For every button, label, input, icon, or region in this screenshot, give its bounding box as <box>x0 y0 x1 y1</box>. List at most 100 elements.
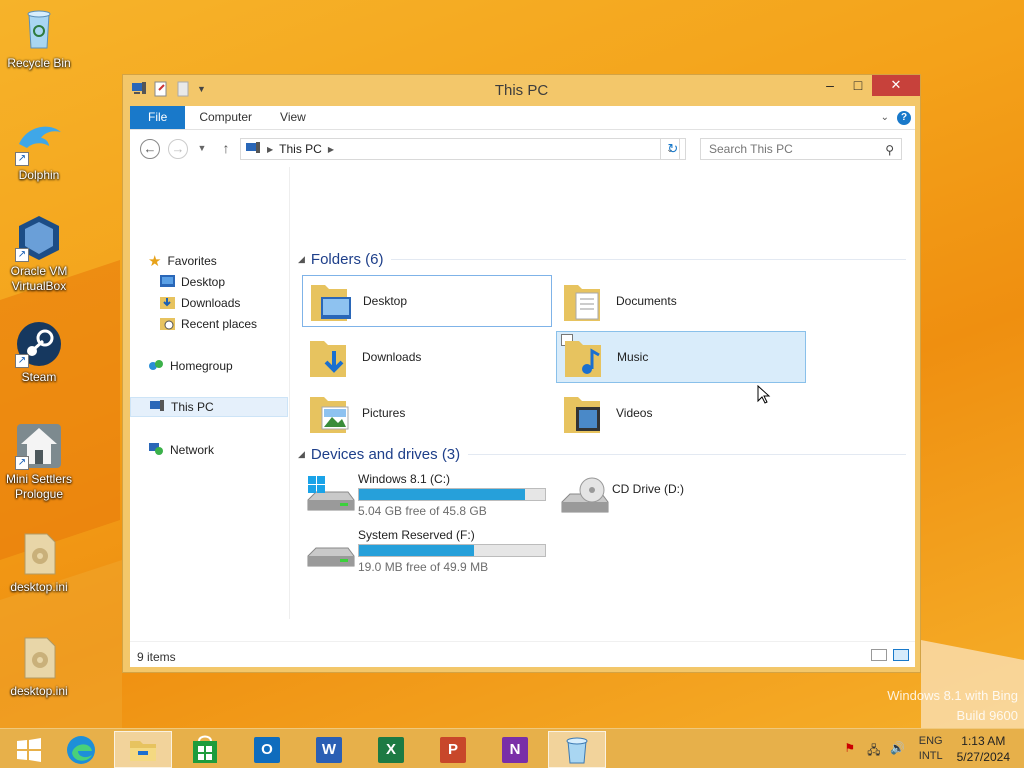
desktop-folder-icon <box>307 277 359 325</box>
search-placeholder: Search This PC <box>709 142 793 156</box>
recycle-bin-icon <box>15 6 63 54</box>
minimize-button[interactable]: – <box>816 75 844 96</box>
taskbar-outlook[interactable]: O <box>238 731 296 768</box>
desktop-icon-label: desktop.ini <box>10 684 68 698</box>
volume-icon[interactable]: 🔊 <box>889 741 907 757</box>
dolphin-icon: ↗ <box>15 118 63 166</box>
drive-d[interactable]: CD Drive (D:) <box>556 472 806 522</box>
nav-this-pc[interactable]: This PC <box>130 397 288 417</box>
excel-icon: X <box>378 736 404 763</box>
tab-computer[interactable]: Computer <box>185 106 266 129</box>
recycle-bin-icon <box>566 737 588 763</box>
breadcrumb-this-pc[interactable]: This PC <box>279 142 322 156</box>
close-button[interactable]: ✕ <box>872 75 920 96</box>
nav-item-desktop[interactable]: Desktop <box>160 272 225 292</box>
drive-icon <box>306 532 356 574</box>
nav-item-recent-places[interactable]: Recent places <box>160 314 257 334</box>
group-title: Devices and drives (3) <box>310 446 461 463</box>
expand-ribbon-icon[interactable]: ⌄ <box>881 112 889 123</box>
navigation-pane: ★ Favorites Desktop Downloads Recent pla… <box>130 167 290 619</box>
drive-usage-bar <box>358 488 546 501</box>
tab-view[interactable]: View <box>266 106 320 129</box>
nav-item-label: Desktop <box>181 275 226 289</box>
folder-tile-downloads[interactable]: Downloads <box>302 331 552 383</box>
collapse-caret-icon[interactable]: ◢ <box>298 449 305 460</box>
taskbar-store[interactable] <box>176 731 234 768</box>
network-tray-icon[interactable]: 🖧 <box>865 741 883 757</box>
breadcrumb-separator-icon[interactable]: ▶ <box>328 145 334 154</box>
back-button[interactable]: ← <box>140 139 160 159</box>
desktop-icon-recycle-bin[interactable]: Recycle Bin <box>1 6 77 71</box>
folder-name: Downloads <box>362 350 422 364</box>
nav-item-downloads[interactable]: Downloads <box>160 293 240 313</box>
desktop-icon-steam[interactable]: ↗ Steam <box>1 320 77 385</box>
nav-favorites[interactable]: ★ Favorites <box>148 251 217 271</box>
taskbar-file-explorer[interactable] <box>114 731 172 768</box>
ribbon-tabs: File Computer View ⌄ ? <box>130 106 915 129</box>
taskbar-onenote[interactable]: N <box>486 731 544 768</box>
drive-usage-fill <box>359 545 475 556</box>
desktop-icon-dolphin[interactable]: ↗ Dolphin <box>1 118 77 183</box>
desktop-icon-desktop-ini-2[interactable]: desktop.ini <box>1 634 77 699</box>
folder-name: Documents <box>616 294 677 308</box>
details-view-icon[interactable] <box>871 649 887 661</box>
group-divider <box>468 454 906 455</box>
refresh-button[interactable]: ↻ <box>660 138 686 160</box>
this-pc-icon <box>245 141 261 158</box>
ribbon-right-controls: ⌄ ? <box>881 106 915 129</box>
drive-name: CD Drive (D:) <box>612 482 684 496</box>
title-bar[interactable]: ▼ This PC – □ ✕ <box>123 75 920 105</box>
up-button[interactable]: ↑ <box>216 139 236 159</box>
address-box[interactable]: ▶ This PC ▶ ⌄ <box>240 138 680 160</box>
collapse-caret-icon[interactable]: ◢ <box>298 254 305 265</box>
language-line-1: ENG <box>918 735 943 747</box>
desktop-icon-desktop-ini-1[interactable]: desktop.ini <box>1 530 77 595</box>
system-drive-icon <box>306 476 356 518</box>
input-language[interactable]: ENG INTL <box>919 734 943 764</box>
system-tray: ⚑ 🖧 🔊 ENG INTL 1:13 AM 5/27/2024 <box>841 729 1024 768</box>
folder-name: Videos <box>616 406 653 420</box>
tab-file[interactable]: File <box>130 106 186 129</box>
breadcrumb-separator-icon[interactable]: ▶ <box>267 145 273 154</box>
maximize-button[interactable]: □ <box>844 75 872 96</box>
folder-tile-music[interactable]: Music <box>556 331 806 383</box>
folder-tile-documents[interactable]: Documents <box>556 275 806 327</box>
taskbar-excel[interactable]: X <box>362 731 420 768</box>
recent-places-icon <box>160 316 175 333</box>
folder-tile-desktop[interactable]: Desktop <box>302 275 552 327</box>
taskbar-word[interactable]: W <box>300 731 358 768</box>
view-buttons <box>871 649 909 661</box>
taskbar-powerpoint[interactable]: P <box>424 731 482 768</box>
mouse-cursor-icon <box>757 385 771 404</box>
search-icon[interactable]: ⚲ <box>885 140 894 160</box>
desktop-icon-virtualbox[interactable]: ↗ Oracle VM VirtualBox <box>1 214 77 294</box>
forward-button[interactable]: → <box>168 139 188 159</box>
large-icons-view-icon[interactable] <box>893 649 909 661</box>
file-explorer-icon <box>130 740 156 761</box>
nav-network[interactable]: Network <box>148 440 214 460</box>
window-controls: – □ ✕ <box>816 75 920 96</box>
folders-group-header[interactable]: ◢ Folders (6) <box>298 251 906 268</box>
desktop-icon-mini-settlers[interactable]: ↗ Mini Settlers Prologue <box>1 422 77 502</box>
music-folder-icon <box>561 333 613 381</box>
recent-locations-button[interactable]: ▼ <box>192 139 212 159</box>
folder-tile-pictures[interactable]: Pictures <box>302 387 552 439</box>
explorer-window: ▼ This PC – □ ✕ File Computer View ⌄ ? ←… <box>122 74 921 673</box>
nav-item-label: Favorites <box>167 254 217 268</box>
taskbar-recycle-bin[interactable] <box>548 731 606 768</box>
downloads-folder-icon <box>306 333 358 381</box>
drive-name: Windows 8.1 (C:) <box>358 472 451 486</box>
drive-f[interactable]: System Reserved (F:) 19.0 MB free of 49.… <box>302 528 552 578</box>
powerpoint-icon: P <box>440 736 466 763</box>
drive-c[interactable]: Windows 8.1 (C:) 5.04 GB free of 45.8 GB <box>302 472 552 522</box>
shortcut-arrow-icon: ↗ <box>15 456 29 470</box>
search-input[interactable]: Search This PC ⚲ <box>700 138 902 160</box>
clock[interactable]: 1:13 AM 5/27/2024 <box>957 733 1010 765</box>
drives-group-header[interactable]: ◢ Devices and drives (3) <box>298 446 906 463</box>
nav-homegroup[interactable]: Homegroup <box>148 356 233 376</box>
taskbar-edge[interactable] <box>52 731 110 768</box>
desktop-icon-label: Dolphin <box>18 168 60 182</box>
action-center-flag-icon[interactable]: ⚑ <box>841 741 859 757</box>
help-icon[interactable]: ? <box>897 110 911 125</box>
start-button[interactable] <box>0 731 58 768</box>
